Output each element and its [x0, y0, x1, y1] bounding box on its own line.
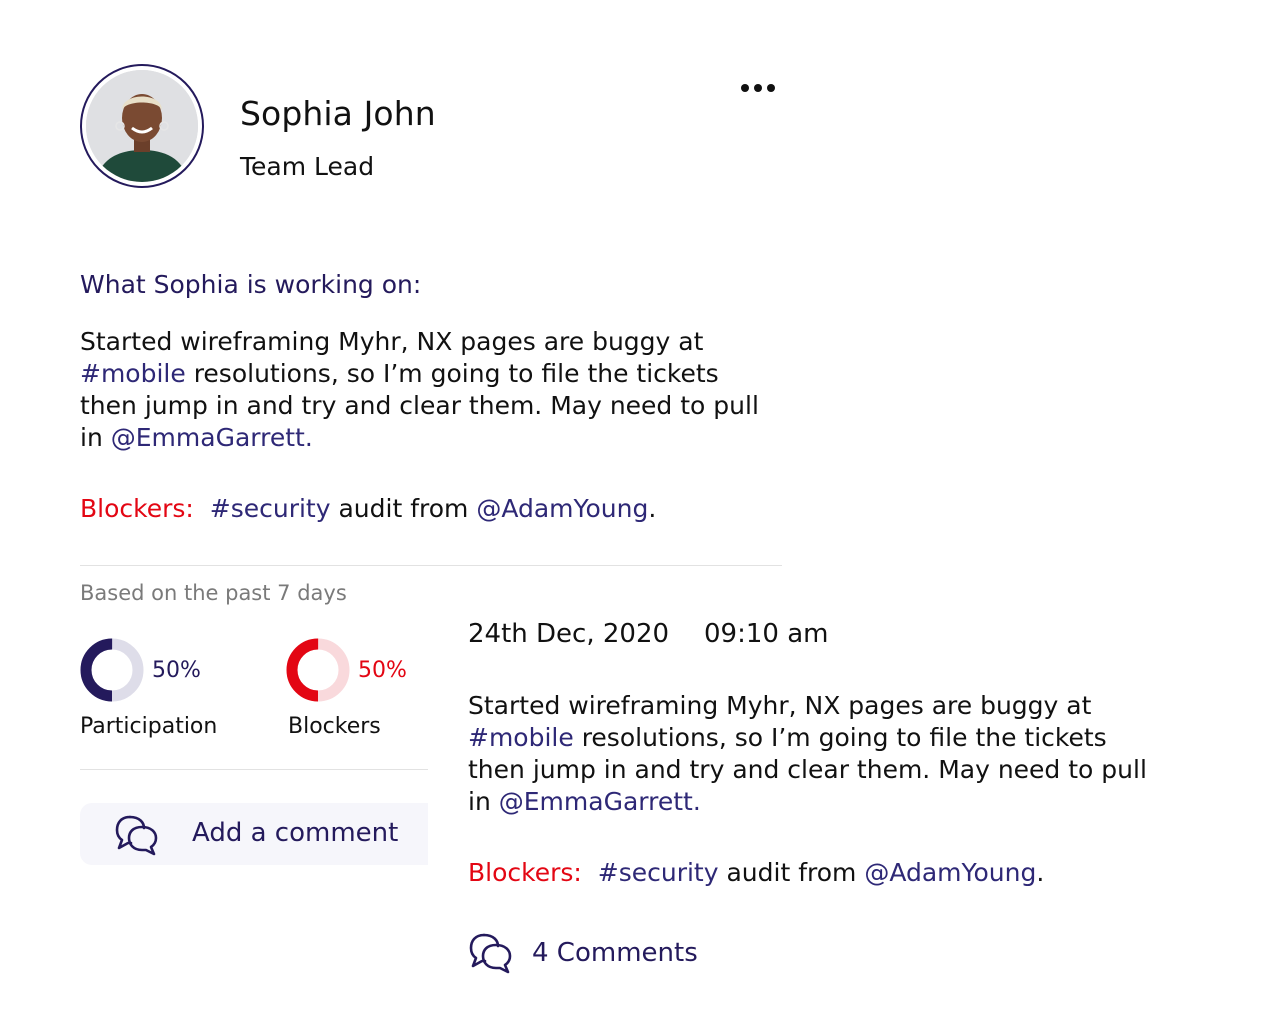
entry-body-line: then jump in and try and clear them. May… — [468, 755, 1147, 784]
tag-mobile[interactable]: #mobile — [468, 723, 574, 752]
mention-adam-young[interactable]: @AdamYoung — [476, 494, 648, 523]
participation-stat: 50% Participation — [80, 638, 240, 748]
comments-count-label: 4 Comments — [532, 938, 698, 968]
chat-bubbles-icon — [468, 930, 514, 980]
divider — [80, 565, 782, 566]
mention-adam-young[interactable]: @AdamYoung — [864, 858, 1036, 887]
entry-body: Started wireframing Myhr, NX pages are b… — [468, 690, 1188, 818]
more-options-button[interactable] — [736, 76, 780, 100]
divider — [80, 769, 428, 770]
tag-mobile[interactable]: #mobile — [80, 359, 186, 388]
chat-bubbles-icon — [114, 813, 160, 861]
blockers-donut — [286, 638, 350, 702]
entry-time: 09:10 am — [704, 619, 829, 649]
update-card: Sophia John Team Lead What Sophia is wor… — [0, 0, 1284, 1014]
comments-link[interactable]: 4 Comments — [468, 930, 728, 980]
mention-emma-garrett[interactable]: @EmmaGarrett. — [499, 787, 701, 816]
blockers-value: 50% — [358, 658, 407, 683]
blockers-label: Blockers: — [468, 858, 582, 887]
participation-value: 50% — [152, 658, 201, 683]
stats-caption: Based on the past 7 days — [80, 581, 347, 605]
user-role: Team Lead — [240, 152, 375, 181]
avatar-photo — [86, 70, 198, 182]
post-body: Started wireframing Myhr, NX pages are b… — [80, 326, 800, 454]
entry-body-line: Started wireframing Myhr, NX pages are b… — [468, 691, 1092, 720]
entry-blockers-line: Blockers: #security audit from @AdamYoun… — [468, 858, 1045, 887]
blockers-stat-label: Blockers — [288, 714, 381, 739]
blockers-line: Blockers: #security audit from @AdamYoun… — [80, 494, 657, 523]
add-comment-label: Add a comment — [192, 818, 399, 848]
tag-security[interactable]: #security — [210, 494, 331, 523]
entry-date: 24th Dec, 2020 — [468, 619, 670, 649]
participation-label: Participation — [80, 714, 218, 739]
mention-emma-garrett[interactable]: @EmmaGarrett. — [111, 423, 313, 452]
post-body-line: then jump in and try and clear them. May… — [80, 391, 759, 420]
blockers-stat: 50% Blockers — [286, 638, 426, 748]
user-name: Sophia John — [240, 94, 436, 133]
working-on-heading: What Sophia is working on: — [80, 270, 422, 299]
post-body-line: Started wireframing Myhr, NX pages are b… — [80, 327, 704, 356]
blockers-label: Blockers: — [80, 494, 194, 523]
tag-security[interactable]: #security — [598, 858, 719, 887]
more-horizontal-icon — [741, 84, 749, 92]
participation-donut — [80, 638, 144, 702]
avatar[interactable] — [80, 64, 204, 188]
add-comment-button[interactable]: Add a comment — [80, 803, 428, 865]
